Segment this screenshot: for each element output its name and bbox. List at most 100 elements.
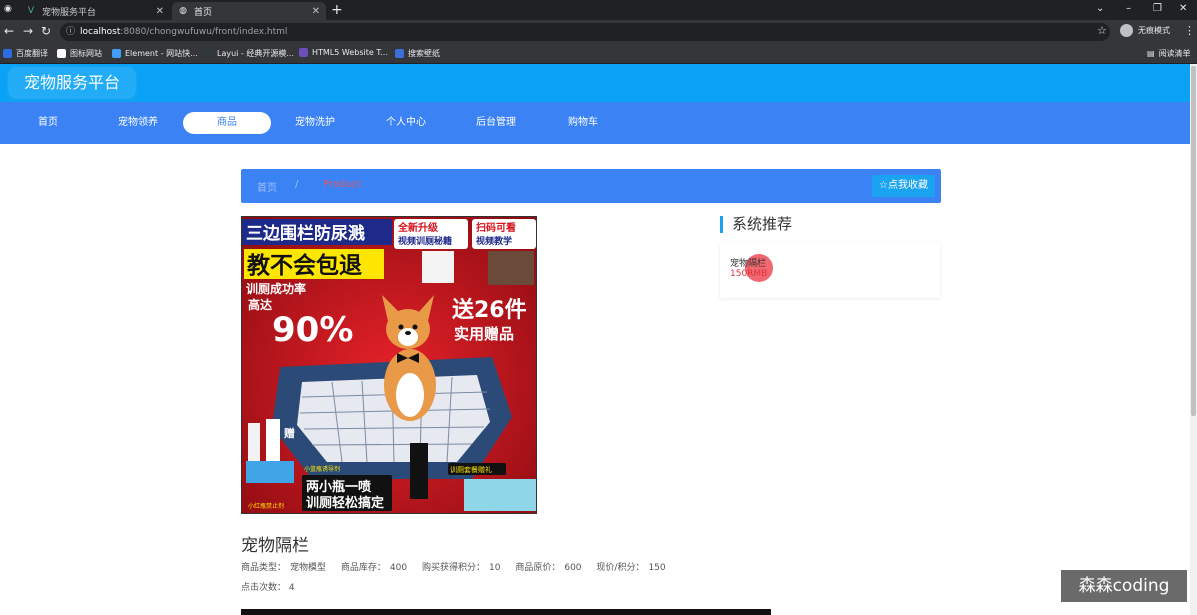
bookmark-star-icon[interactable]: ☆ [1097, 24, 1107, 37]
bookmarks-bar: 百度翻译 图标网站 Element - 网站快... Layui - 经典开源模… [0, 44, 1197, 64]
forward-icon[interactable]: → [23, 24, 33, 38]
spray-bottle-1 [248, 423, 260, 467]
recommend-item-price: 150RMB [730, 269, 768, 279]
badge-1b-text: 视频训厕秘籍 [398, 235, 452, 247]
bookmark-item[interactable]: 图标网站 [57, 48, 102, 59]
meta-value-type: 宠物模型 [290, 563, 327, 573]
meta-value-current-price: 150 [648, 563, 666, 573]
product-name: 宠物隔栏 [241, 536, 309, 556]
more-menu-icon[interactable]: ⋮ [1184, 24, 1195, 37]
nav-products[interactable]: 商品 [183, 112, 271, 134]
reload-icon[interactable]: ↻ [41, 24, 51, 38]
bookmark-item[interactable]: Element - 网站快... [112, 48, 198, 59]
close-window-icon[interactable]: ✕ [1179, 3, 1187, 14]
thumb-1 [422, 251, 454, 283]
breadcrumb-home[interactable]: 首页 [257, 179, 277, 194]
meta-label-points: 购买获得积分： [421, 563, 485, 573]
corgi-muzzle [398, 328, 418, 346]
set-items [464, 479, 536, 511]
corgi-eye-left [398, 324, 404, 330]
bookmark-item[interactable]: 百度翻译 [3, 48, 48, 59]
meta-label-original-price: 商品原价： [515, 563, 561, 573]
url-path: :8080/chongwufuwu/front/index.html [120, 27, 288, 37]
product-meta: 商品类型： 宠物模型 商品库存： 400 购买获得积分： 10 商品原价： 600 现价… [241, 560, 678, 573]
bookmark-label: Layui - 经典开源模... [217, 49, 294, 58]
bookmark-label: Element - 网站快... [125, 49, 198, 58]
maximize-icon[interactable]: ❐ [1153, 3, 1162, 14]
bookmark-favicon-icon [204, 49, 213, 58]
site-nav: 首页 宠物领养 商品 宠物洗护 个人中心 后台管理 购物车 [0, 102, 1190, 144]
clicks-label: 点击次数： [241, 583, 287, 593]
headline-2-text: 教不会包退 [247, 252, 362, 279]
bookmark-item[interactable]: Layui - 经典开源模... [204, 48, 294, 59]
rate-value: 90% [272, 310, 353, 350]
recommend-item-name: 宠物隔栏 [730, 259, 767, 269]
spray-box-blue [246, 461, 294, 483]
tab-search-icon[interactable]: ⌄ [1096, 3, 1104, 14]
vue-logo-icon: V [27, 6, 35, 16]
meta-value-original-price: 600 [564, 563, 582, 573]
nav-admin[interactable]: 后台管理 [452, 112, 540, 134]
close-tab-icon[interactable]: ✕ [156, 6, 164, 17]
nav-personal-center[interactable]: 个人中心 [362, 112, 450, 134]
profile-button[interactable]: 无痕模式 [1120, 24, 1170, 37]
site-brand[interactable]: 宠物服务平台 [10, 69, 135, 97]
product-image-art: 三边围栏防尿溅 教不会包退 全新升级 视频训厕秘籍 扫码可看 视频教学 训厕成功… [242, 217, 536, 513]
bookmark-favicon-icon [299, 48, 308, 57]
site-info-icon[interactable]: ⓘ [66, 23, 75, 41]
recommend-title: 系统推荐 [720, 216, 792, 233]
nav-pet-adoption[interactable]: 宠物领养 [94, 112, 182, 134]
nav-home[interactable]: 首页 [4, 112, 92, 134]
browser-tab-2[interactable]: ◍ 首页 ✕ [172, 2, 326, 20]
browser-tab-title: 首页 [194, 7, 213, 18]
bookmark-favicon-icon [57, 49, 66, 58]
bookmark-label: 百度翻译 [16, 49, 48, 58]
corgi-chest [396, 373, 424, 417]
meta-value-stock: 400 [389, 563, 408, 573]
reading-list-button[interactable]: ▤ 阅读清单 [1147, 48, 1191, 59]
nav-pet-grooming[interactable]: 宠物洗护 [271, 112, 359, 134]
browser-address-bar: ← → ↻ ⓘ localhost:8080/chongwufuwu/front… [0, 20, 1197, 44]
browser-menu-icon[interactable]: ◉ [4, 4, 12, 14]
bookmark-item[interactable]: HTML5 Website T... [299, 48, 388, 57]
meta-label-stock: 商品库存： [340, 563, 386, 573]
reading-list-label: 阅读清单 [1158, 49, 1191, 58]
headline-1-text: 三边围栏防尿溅 [246, 223, 365, 244]
new-tab-icon[interactable]: + [331, 2, 343, 18]
browser-tab-1[interactable]: V 宠物服务平台 ✕ [20, 2, 170, 20]
slogan-2: 训厕轻松搞定 [306, 495, 384, 511]
favorite-button[interactable]: ☆点我收藏 [872, 175, 935, 197]
watermark: 森森coding [1061, 570, 1187, 602]
clicks-value: 4 [288, 583, 295, 593]
bookmark-favicon-icon [112, 49, 121, 58]
video-strip [241, 609, 771, 615]
incognito-avatar-icon [1120, 24, 1133, 37]
thumb-2 [488, 251, 534, 285]
close-tab-icon[interactable]: ✕ [312, 6, 320, 17]
nav-cart[interactable]: 购物车 [539, 112, 627, 134]
spray-bottle-2 [266, 419, 280, 467]
browser-tab-title: 宠物服务平台 [42, 7, 97, 18]
page-scrollbar-thumb[interactable] [1191, 66, 1196, 416]
rate-label-2: 高达 [248, 297, 272, 312]
back-icon[interactable]: ← [4, 24, 14, 38]
badge-2-text: 扫码可看 [476, 221, 516, 234]
bookmark-label: 搜索壁纸 [408, 49, 440, 58]
recommend-item[interactable]: 宠物隔栏 150RMB [720, 242, 940, 298]
bookmark-item[interactable]: 搜索壁纸 [395, 48, 440, 59]
bookmark-label: HTML5 Website T... [312, 48, 388, 57]
browser-tab-bar: ◉ V 宠物服务平台 ✕ ◍ 首页 ✕ + ⌄ – ❐ ✕ [0, 0, 1197, 20]
rate-label-1: 训厕成功率 [246, 281, 306, 296]
minimize-icon[interactable]: – [1126, 3, 1131, 14]
screen: ◉ V 宠物服务平台 ✕ ◍ 首页 ✕ + ⌄ – ❐ ✕ ← → ↻ ⓘ lo… [0, 0, 1197, 615]
set-label: 训厕套餐赠礼 [450, 465, 492, 474]
url-input[interactable]: ⓘ localhost:8080/chongwufuwu/front/index… [60, 23, 1110, 41]
bookmark-label: 图标网站 [70, 49, 102, 58]
reading-list-icon: ▤ [1147, 49, 1155, 58]
product-clicks: 点击次数： 4 [241, 580, 295, 593]
meta-label-current-price: 现价/积分： [596, 563, 645, 573]
badge-1-text: 全新升级 [397, 221, 439, 234]
breadcrumb-current: Product [323, 179, 361, 190]
meta-value-points: 10 [489, 563, 501, 573]
globe-icon: ◍ [179, 6, 187, 16]
